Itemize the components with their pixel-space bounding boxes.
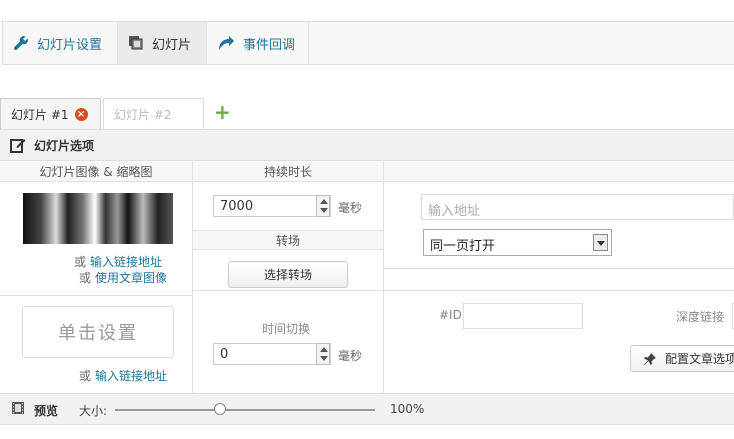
- tab-label: 事件回调: [243, 37, 296, 53]
- duration-input[interactable]: 7000: [213, 195, 331, 217]
- redo-arrow-icon: [219, 36, 234, 50]
- select-value: 同一页打开: [430, 239, 496, 254]
- slides-icon: [129, 36, 143, 50]
- duration-spinner[interactable]: [316, 195, 330, 217]
- spin-down-icon[interactable]: [320, 208, 328, 213]
- slide-options-header: 幻灯片选项: [0, 129, 734, 161]
- time-switch-input[interactable]: 0: [213, 343, 331, 365]
- link-row-3: 或输入链接地址: [79, 367, 167, 384]
- image-column-title: 幻灯片图像 & 缩略图: [0, 162, 192, 182]
- chevron-down-icon[interactable]: [593, 234, 608, 251]
- duration-title: 持续时长: [193, 162, 383, 182]
- slide-thumbnail[interactable]: [23, 193, 173, 244]
- time-switch-unit: 毫秒: [338, 349, 363, 363]
- click-setup-button[interactable]: 单击设置: [22, 306, 174, 358]
- top-navigation: 幻灯片设置 幻灯片 事件回调: [2, 21, 734, 65]
- link-row-2: 或使用文章图像: [79, 269, 167, 286]
- tab-slider-settings[interactable]: 幻灯片设置: [3, 22, 118, 64]
- url-input[interactable]: 输入地址: [421, 194, 734, 220]
- or-text: 或: [79, 271, 92, 285]
- link-column-title: [384, 162, 734, 182]
- close-icon[interactable]: ×: [74, 108, 88, 121]
- duration-unit: 毫秒: [338, 201, 363, 215]
- tab-event-callbacks[interactable]: 事件回调: [207, 22, 309, 64]
- link-target-select[interactable]: 同一页打开: [423, 229, 612, 256]
- preview-title: 预览: [34, 404, 59, 418]
- size-slider-track[interactable]: [115, 409, 375, 411]
- id-label: #ID: [439, 308, 462, 322]
- edit-icon: [10, 139, 26, 153]
- transition-title: 转场: [193, 230, 383, 250]
- link-row-1: 或输入链接地址: [74, 253, 162, 270]
- button-label: 配置文章选项: [665, 352, 734, 366]
- enter-link-url[interactable]: 输入链接地址: [90, 255, 162, 269]
- pin-icon: [644, 352, 656, 365]
- wrench-icon: [13, 36, 28, 51]
- spin-up-icon[interactable]: [320, 347, 328, 352]
- use-post-image[interactable]: 使用文章图像: [95, 271, 167, 285]
- size-slider-handle[interactable]: [214, 403, 226, 415]
- id-input[interactable]: [463, 303, 583, 329]
- time-switch-spinner[interactable]: [316, 343, 330, 365]
- size-label: 大小:: [79, 404, 108, 418]
- tab-slides[interactable]: 幻灯片: [118, 22, 207, 64]
- film-icon: [12, 402, 24, 414]
- tab-label: 幻灯片设置: [37, 37, 103, 53]
- configure-post-options-button[interactable]: 配置文章选项: [630, 345, 734, 372]
- tab-label: 幻灯片: [152, 37, 192, 53]
- add-slide-button[interactable]: +: [214, 100, 231, 124]
- or-text: 或: [74, 255, 87, 269]
- zoom-value: 100%: [390, 402, 425, 416]
- panel-title: 幻灯片选项: [34, 138, 95, 153]
- or-text: 或: [79, 369, 92, 383]
- slide-tab-1[interactable]: 幻灯片 #1 ×: [0, 98, 101, 130]
- slide-tab-label: 幻灯片 #1: [11, 108, 69, 122]
- enter-link-url-2[interactable]: 输入链接地址: [95, 369, 167, 383]
- select-transition-button[interactable]: 选择转场: [228, 261, 348, 288]
- deep-link-label: 深度链接: [676, 310, 725, 324]
- spin-up-icon[interactable]: [320, 199, 328, 204]
- time-switch-label: 时间切换: [262, 322, 311, 336]
- slide-tab-2[interactable]: 幻灯片 #2: [103, 98, 204, 130]
- slide-tab-label: 幻灯片 #2: [114, 108, 172, 122]
- spin-down-icon[interactable]: [320, 356, 328, 361]
